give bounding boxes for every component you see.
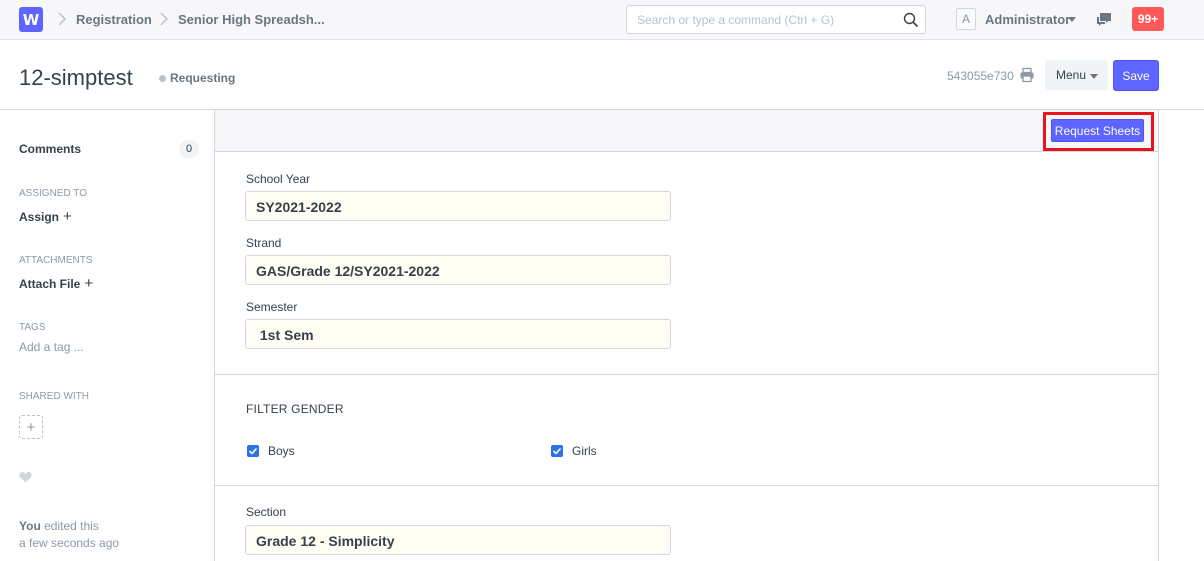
strand-label: Strand — [246, 236, 282, 250]
assign-link[interactable]: Assign + — [19, 208, 72, 225]
plus-icon: + — [26, 418, 36, 436]
save-button[interactable]: Save — [1113, 60, 1159, 91]
filter-gender-heading: FILTER GENDER — [246, 402, 344, 416]
school-year-field[interactable]: SY2021-2022 — [245, 191, 671, 221]
form-toolbar: Request Sheets — [215, 110, 1158, 152]
school-year-label: School Year — [246, 172, 311, 186]
form-layout: Request Sheets School Year SY2021-2022 S… — [214, 110, 1159, 561]
attach-file-label: Attach File — [19, 277, 81, 291]
girls-checkbox-label[interactable]: Girls — [572, 444, 597, 458]
breadcrumb-registration[interactable]: Registration — [76, 12, 152, 27]
assigned-to-heading: ASSIGNED TO — [19, 188, 87, 199]
heart-icon[interactable] — [19, 471, 32, 483]
add-share-button[interactable]: + — [19, 415, 43, 439]
checkmark-icon — [552, 447, 562, 455]
add-tag-link[interactable]: Add a tag ... — [19, 340, 84, 354]
caret-down-icon[interactable] — [1068, 17, 1076, 22]
plus-icon: + — [84, 275, 94, 292]
tags-heading: TAGS — [19, 322, 46, 333]
semester-label: Semester — [246, 300, 298, 314]
activity-action: edited this — [44, 519, 99, 533]
search-input[interactable]: Search or type a command (Ctrl + G) — [626, 5, 926, 34]
notification-badge[interactable]: 99+ — [1132, 7, 1164, 31]
status-badge: Requesting — [170, 71, 236, 85]
checkmark-icon — [248, 447, 258, 455]
section-divider — [215, 485, 1158, 486]
chevron-right-icon — [160, 12, 169, 26]
status-indicator-icon — [159, 75, 166, 82]
breadcrumb-senior-high-spreadsheet[interactable]: Senior High Spreadsh... — [178, 12, 325, 27]
search-icon[interactable] — [903, 12, 919, 28]
attachments-heading: ATTACHMENTS — [19, 255, 93, 266]
user-menu-label[interactable]: Administrator — [985, 12, 1070, 27]
boys-checkbox[interactable] — [247, 445, 259, 457]
semester-field[interactable]: 1st Sem — [245, 319, 671, 349]
attach-file-link[interactable]: Attach File + — [19, 275, 93, 292]
section-label: Section — [246, 505, 287, 519]
document-id: 543055e730 — [947, 69, 1014, 83]
boys-checkbox-label[interactable]: Boys — [268, 444, 295, 458]
strand-field[interactable]: GAS/Grade 12/SY2021-2022 — [245, 255, 671, 285]
activity-user[interactable]: You — [19, 519, 41, 533]
section-field[interactable]: Grade 12 - Simplicity — [245, 525, 671, 555]
page-head: 12-simptest Requesting 543055e730 Menu S… — [0, 40, 1204, 110]
chevron-right-icon — [58, 12, 67, 26]
menu-button[interactable]: Menu — [1045, 60, 1108, 90]
app-logo[interactable]: W — [19, 7, 43, 32]
activity-item: You edited this a few seconds ago — [19, 518, 119, 552]
section-divider — [215, 374, 1158, 375]
navbar: W Registration Senior High Spreadsh... S… — [0, 0, 1204, 40]
avatar[interactable]: A — [956, 8, 976, 30]
caret-down-icon — [1090, 73, 1099, 79]
shared-with-heading: SHARED WITH — [19, 391, 89, 402]
plus-icon: + — [63, 208, 72, 225]
chat-icon[interactable] — [1095, 11, 1113, 29]
activity-time: a few seconds ago — [19, 536, 120, 550]
search-placeholder: Search or type a command (Ctrl + G) — [637, 13, 835, 27]
form-sidebar: Comments 0 ASSIGNED TO Assign + ATTACHMEN… — [0, 110, 214, 561]
assign-label: Assign — [19, 210, 60, 224]
page-title: 12-simptest — [19, 65, 133, 90]
comments-label[interactable]: Comments — [19, 142, 81, 156]
comments-count-badge: 0 — [179, 140, 199, 158]
menu-button-label: Menu — [1056, 68, 1087, 82]
print-icon[interactable] — [1019, 67, 1035, 83]
girls-checkbox[interactable] — [551, 445, 563, 457]
request-sheets-button[interactable]: Request Sheets — [1051, 119, 1144, 142]
